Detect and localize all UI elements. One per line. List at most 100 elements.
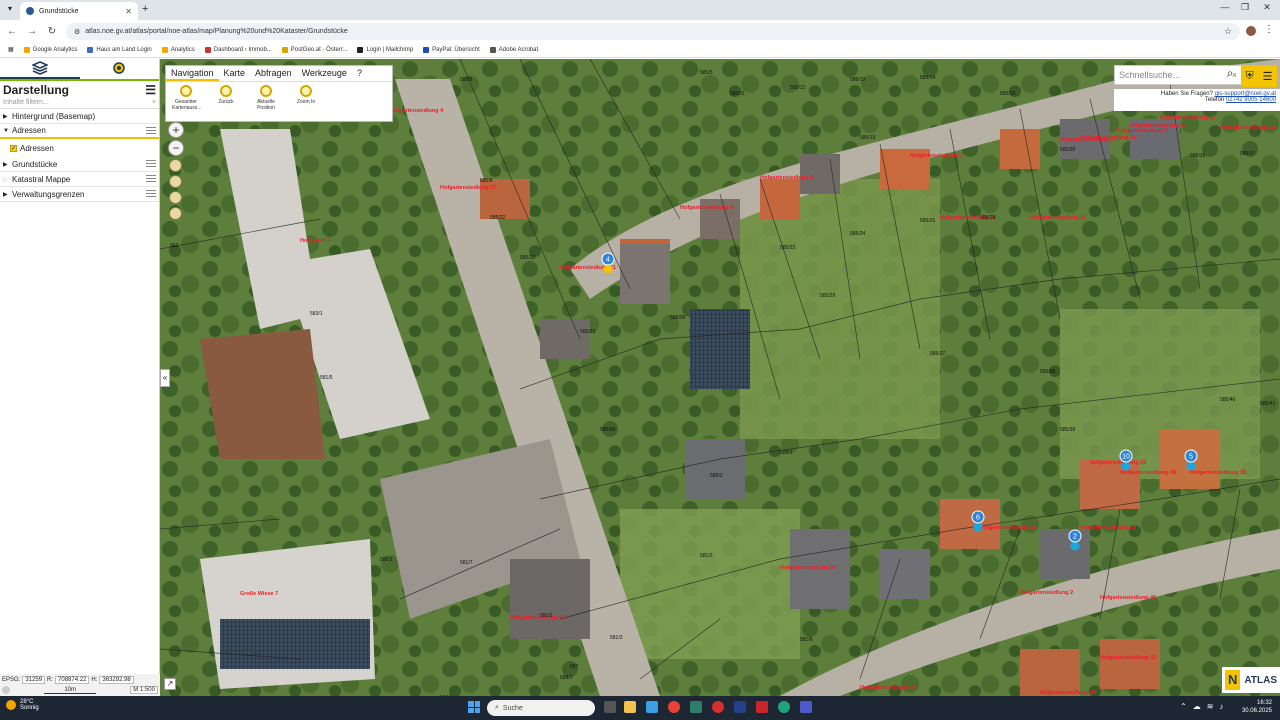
epsg-field[interactable]: 31259 [22, 676, 46, 684]
back-icon[interactable]: ← [4, 26, 20, 37]
compass-icon[interactable] [169, 159, 182, 172]
tab-search-icon[interactable]: ▾ [4, 4, 16, 16]
search-icon[interactable]: ⌕ [1221, 66, 1239, 84]
tab-strip: ▾ Grundstücke ✕ + — ❐ ✕ [0, 0, 1280, 20]
address-label: Hofgartensiedlung 35 [1190, 470, 1246, 476]
tab-karte[interactable]: Karte [219, 66, 251, 81]
layer-checkbox[interactable]: ✓ [10, 144, 17, 152]
opera-icon[interactable] [712, 701, 724, 713]
drag-handle-icon[interactable] [146, 126, 156, 135]
apps-icon[interactable]: ▦ [8, 46, 14, 53]
expand-icon[interactable]: ▷ [3, 176, 12, 183]
address-label: Hofgartensiedlung 15 [1030, 215, 1086, 221]
expand-icon[interactable]: ▶ [3, 191, 12, 198]
site-info-icon[interactable]: ⚙ [74, 28, 80, 36]
address-pin[interactable]: 4 [601, 252, 615, 274]
bookmark-item[interactable]: Haus am Land Login [87, 46, 152, 53]
expand-icon[interactable]: ▶ [3, 113, 12, 120]
collapse-sidebar-button[interactable]: « [160, 369, 170, 387]
address-pin[interactable]: 10 [1119, 449, 1133, 471]
start-button[interactable] [468, 701, 480, 713]
current-position-button[interactable]: Aktuelle Position [252, 85, 280, 111]
parcel-label: 585/28 [980, 215, 996, 221]
teams-icon[interactable] [800, 701, 812, 713]
user-icon[interactable]: ⛨ [1245, 70, 1253, 83]
map-canvas[interactable]: Hofgartensiedlung 4 Hofgartensiedlung 6 Ho… [160, 59, 1280, 696]
tab-legend[interactable] [80, 59, 160, 79]
bookmark-item[interactable]: PostGeo.at - Österr... [281, 46, 347, 53]
help-box: Haben Sie Fragen? gis-support@noel.gv.at… [1114, 89, 1280, 111]
close-tab-icon[interactable]: ✕ [125, 7, 132, 16]
layer-filter-input[interactable]: Inhalte filtern... × [0, 99, 159, 109]
address-bar[interactable]: ⚙ atlas.noe.gv.at/atlas/portal/noe-atlas… [66, 23, 1240, 40]
minimize-button[interactable]: — [1216, 2, 1234, 12]
system-tray[interactable]: ⌃ ☁ ≋ ♪ [1180, 702, 1223, 711]
bookmark-item[interactable]: Dashboard ‹ Immob... [204, 46, 272, 53]
zoom-out-button[interactable]: − [168, 140, 184, 156]
tab-grundstuecke[interactable]: Grundstücke ✕ [20, 2, 138, 20]
bookmark-star-icon[interactable]: ☆ [1224, 26, 1232, 37]
main-menu-icon[interactable]: ☰ [1263, 70, 1273, 83]
back-button[interactable]: Zurück [212, 85, 240, 111]
app-icon[interactable] [690, 701, 702, 713]
scale-field[interactable]: M 1:500 [130, 686, 158, 694]
home-view-icon[interactable] [169, 175, 182, 188]
new-tab-button[interactable]: + [142, 3, 148, 15]
acrobat-icon[interactable] [756, 701, 768, 713]
browser-menu-icon[interactable]: ⋮ [1264, 24, 1274, 35]
drag-handle-icon[interactable] [146, 160, 156, 168]
full-extent-button[interactable]: Gesamter Kartenauss... [172, 85, 201, 111]
address-pin[interactable]: 5 [1184, 449, 1198, 471]
chrome-icon[interactable] [668, 701, 680, 713]
address-pin[interactable]: 6 [971, 510, 985, 532]
layer-basemap[interactable]: ▶ Hintergrund (Basemap) [0, 109, 159, 124]
address-pin[interactable]: 2 [1068, 529, 1082, 551]
sidebar-tabs [0, 59, 159, 81]
bookmark-item[interactable]: PayPal: Übersicht [423, 46, 480, 53]
bookmark-item[interactable]: Google Analytics [23, 46, 77, 53]
store-icon[interactable] [646, 701, 658, 713]
task-view-icon[interactable] [604, 701, 616, 713]
support-phone-link[interactable]: 02742 9005 14600 [1226, 97, 1276, 103]
bookmark-item[interactable]: Analytics [161, 46, 195, 53]
pin-number: 5 [1189, 454, 1193, 461]
bookmark-item[interactable]: Adobe Acrobat [489, 46, 538, 53]
taskbar-search[interactable]: ⌕ Suche [487, 700, 595, 716]
tab-abfragen[interactable]: Abfragen [250, 66, 297, 81]
expand-icon[interactable]: ↗ [164, 678, 176, 690]
expand-icon[interactable]: ▶ [3, 161, 12, 168]
aerial-map[interactable]: Hofgartensiedlung 4 Hofgartensiedlung 6 Ho… [160, 59, 1280, 696]
address-label: Große Wiese 7 [240, 591, 278, 597]
layer-katastral-mappe[interactable]: ▷ Katastral Mappe [0, 172, 159, 187]
clear-filter-icon[interactable]: × [152, 99, 156, 106]
settings-icon[interactable] [169, 207, 182, 220]
locate-icon[interactable] [169, 191, 182, 204]
layer-verwaltungsgrenzen[interactable]: ▶ Verwaltungsgrenzen [0, 187, 159, 202]
bookmark-item[interactable]: Login | Mailchimp [357, 46, 413, 53]
file-explorer-icon[interactable] [624, 701, 636, 713]
tab-werkzeuge[interactable]: Werkzeuge [297, 66, 352, 81]
profile-avatar[interactable] [1246, 26, 1256, 36]
tab-navigation[interactable]: Navigation [166, 66, 219, 81]
parcel-label: 585/29 [820, 293, 836, 299]
tab-help[interactable]: ? [352, 66, 367, 81]
info-icon[interactable] [2, 686, 10, 694]
maximize-button[interactable]: ❐ [1236, 2, 1254, 13]
clock[interactable]: 16:32 30.06.2025 [1236, 699, 1272, 715]
drag-handle-icon[interactable] [146, 175, 156, 183]
edge-icon[interactable] [778, 701, 790, 713]
reload-icon[interactable]: ↻ [44, 26, 60, 37]
zoom-in-tool-button[interactable]: Zoom In [292, 85, 320, 111]
forward-icon[interactable]: → [24, 26, 40, 37]
drag-handle-icon[interactable] [146, 190, 156, 198]
layer-grundstuecke[interactable]: ▶ Grundstücke [0, 157, 159, 172]
list-menu-icon[interactable]: ☰ [145, 83, 156, 97]
tab-layers[interactable] [0, 59, 80, 79]
collapse-icon[interactable]: ▼ [3, 128, 12, 134]
layer-adressen[interactable]: ▼ Adressen [0, 124, 159, 139]
photoshop-icon[interactable] [734, 701, 746, 713]
zoom-in-button[interactable]: + [168, 122, 184, 138]
weather-widget[interactable]: 28°C Sonnig [6, 699, 39, 711]
close-window-button[interactable]: ✕ [1258, 2, 1276, 13]
sublayer-adressen[interactable]: ✓ Adressen [0, 139, 159, 157]
